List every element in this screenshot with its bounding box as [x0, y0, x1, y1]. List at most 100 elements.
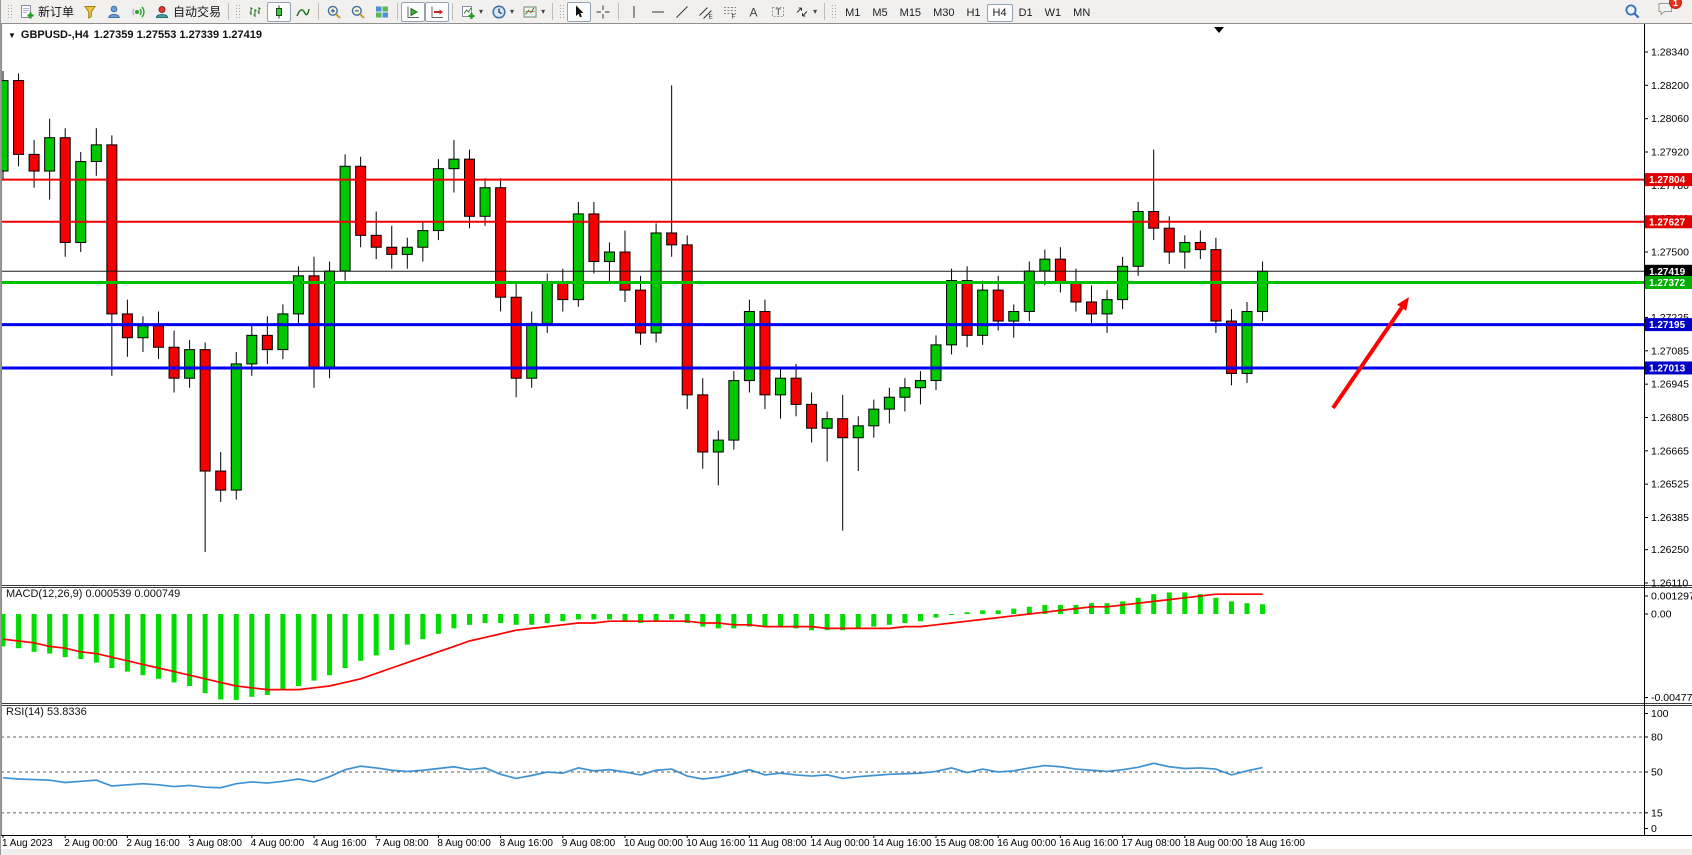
funnel-button[interactable] — [78, 2, 102, 22]
chart-shift-icon — [429, 4, 445, 20]
svg-text:E: E — [709, 13, 714, 20]
notifications-button[interactable]: 1 — [1657, 1, 1675, 22]
chart-canvas[interactable]: 1.283401.282001.280601.279201.277801.276… — [1, 24, 1692, 855]
price-axis-label: 1.26110 — [1651, 577, 1688, 589]
toolbar-drag-handle[interactable] — [559, 4, 564, 19]
candle — [45, 138, 55, 171]
macd-bar — [1229, 601, 1234, 614]
auto-trading-icon — [154, 4, 170, 20]
time-axis-label: 3 Aug 08:00 — [189, 838, 243, 849]
profile-icon — [106, 4, 122, 20]
new-order-button[interactable]: 新订单 — [15, 2, 78, 22]
periods-button[interactable]: ▾ — [487, 2, 518, 22]
svg-text:F: F — [732, 13, 736, 20]
chevron-down-icon: ▾ — [479, 8, 483, 16]
tab-timeframe-M30[interactable]: M30 — [927, 4, 960, 22]
chevron-down-icon: ▾ — [813, 8, 817, 16]
candle — [993, 290, 1003, 321]
time-axis-label: 14 Aug 16:00 — [873, 838, 932, 849]
candle — [356, 166, 366, 235]
signal-button[interactable] — [126, 2, 150, 22]
tab-timeframe-H1[interactable]: H1 — [960, 4, 986, 22]
macd-bar — [623, 614, 628, 621]
macd-bar — [965, 612, 970, 614]
tab-timeframe-M15[interactable]: M15 — [894, 4, 927, 22]
candle — [573, 214, 583, 300]
auto-trading-button[interactable]: 自动交易 — [150, 2, 225, 22]
macd-bar — [374, 614, 379, 655]
toolbar-separator — [397, 3, 398, 20]
auto-scroll-icon — [405, 4, 421, 20]
toolbar-drag-handle[interactable] — [831, 4, 836, 19]
toolbar-right: 1 — [1624, 1, 1689, 22]
tab-timeframe-M5[interactable]: M5 — [866, 4, 893, 22]
tile-windows-button[interactable] — [370, 2, 394, 22]
trendline-button[interactable] — [670, 2, 694, 22]
candle — [247, 335, 257, 364]
macd-scale-label: -0.004777 — [1651, 692, 1692, 704]
time-axis[interactable]: 1 Aug 20232 Aug 00:002 Aug 16:003 Aug 08… — [2, 835, 1305, 849]
tab-timeframe-MN[interactable]: MN — [1067, 4, 1096, 22]
symbol-dropdown-icon[interactable]: ▼ — [8, 31, 16, 40]
time-axis-label: 18 Aug 16:00 — [1246, 838, 1305, 849]
bar-chart-icon — [247, 4, 263, 20]
candle — [1149, 212, 1159, 229]
macd-bar — [871, 614, 876, 627]
candle — [962, 281, 972, 336]
macd-bar — [265, 614, 270, 695]
bar-chart-button[interactable] — [243, 2, 267, 22]
time-axis-label: 2 Aug 00:00 — [64, 838, 118, 849]
tab-timeframe-W1[interactable]: W1 — [1039, 4, 1068, 22]
chart-shift-button[interactable] — [425, 2, 449, 22]
fibonacci-button[interactable]: F — [718, 2, 742, 22]
toolbar-drag-handle[interactable] — [7, 4, 12, 19]
candle — [1040, 259, 1050, 271]
candle — [107, 145, 117, 314]
time-axis-label: 1 Aug 2023 — [2, 838, 53, 849]
time-axis-label: 9 Aug 08:00 — [562, 838, 616, 849]
profile-button[interactable] — [102, 2, 126, 22]
horizontal-line-icon — [650, 4, 666, 20]
candle — [511, 297, 521, 378]
main-toolbar: 新订单 自动交易 — [1, 0, 1692, 24]
cursor-button[interactable] — [567, 2, 591, 22]
macd-scale-label: 0.001297 — [1651, 591, 1692, 603]
macd-bar — [996, 610, 1001, 614]
toolbar-separator — [452, 3, 453, 20]
tab-timeframe-H4[interactable]: H4 — [987, 4, 1013, 22]
toolbar-drag-handle[interactable] — [235, 4, 240, 19]
horizontal-line-button[interactable] — [646, 2, 670, 22]
tab-timeframe-M1[interactable]: M1 — [839, 4, 866, 22]
candle — [838, 419, 848, 438]
indicators-button[interactable]: ▾ — [456, 2, 487, 22]
candlestick-chart-button[interactable] — [267, 2, 291, 22]
candle — [216, 471, 226, 490]
candle — [791, 378, 801, 404]
vertical-line-button[interactable] — [622, 2, 646, 22]
candle — [1258, 271, 1268, 311]
zoom-in-button[interactable] — [322, 2, 346, 22]
arrows-button[interactable]: ▾ — [790, 2, 821, 22]
time-axis-label: 14 Aug 00:00 — [811, 838, 870, 849]
candle — [900, 388, 910, 398]
candle — [14, 81, 24, 155]
time-axis-label: 7 Aug 08:00 — [375, 838, 429, 849]
templates-button[interactable]: ▾ — [518, 2, 549, 22]
search-icon[interactable] — [1624, 3, 1641, 20]
auto-scroll-button[interactable] — [401, 2, 425, 22]
tab-timeframe-D1[interactable]: D1 — [1013, 4, 1039, 22]
candle — [931, 345, 941, 381]
line-chart-button[interactable] — [291, 2, 315, 22]
zoom-out-button[interactable] — [346, 2, 370, 22]
macd-bar — [809, 614, 814, 630]
svg-text:A: A — [750, 5, 758, 19]
candle — [682, 245, 692, 395]
label-button[interactable]: T — [766, 2, 790, 22]
candle — [1195, 242, 1205, 249]
candle — [1024, 271, 1034, 311]
text-button[interactable]: A — [742, 2, 766, 22]
candle — [1, 81, 8, 171]
crosshair-button[interactable] — [591, 2, 615, 22]
macd-bar — [1136, 598, 1141, 614]
channel-button[interactable]: E — [694, 2, 718, 22]
